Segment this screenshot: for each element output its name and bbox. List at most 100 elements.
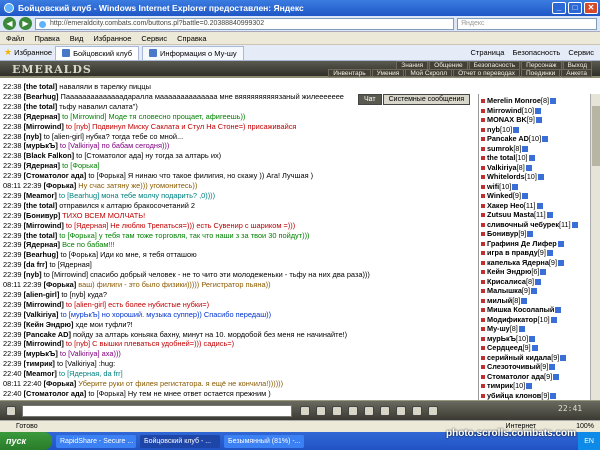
info-icon[interactable] xyxy=(531,345,538,352)
chat-nick[interactable]: [Ядерная] xyxy=(24,112,60,121)
user-list-item[interactable]: Whitelords[10] xyxy=(481,172,590,182)
info-icon[interactable] xyxy=(546,212,553,219)
translit-icon[interactable] xyxy=(364,406,374,416)
info-icon[interactable] xyxy=(555,307,562,314)
user-list-item[interactable]: Merelin Monroe[8] xyxy=(481,96,590,106)
user-list-item[interactable]: серийный кидала[9] xyxy=(481,353,590,363)
chat-nick[interactable]: [Mirrowind] xyxy=(24,339,64,348)
info-icon[interactable] xyxy=(527,231,534,238)
info-icon[interactable] xyxy=(522,193,529,200)
chat-nick[interactable]: [Valkiriya] xyxy=(24,310,59,319)
info-icon[interactable] xyxy=(529,335,536,342)
chat-nick[interactable]: [the total] xyxy=(24,102,58,111)
info-icon[interactable] xyxy=(540,269,547,276)
private-icon[interactable] xyxy=(481,184,485,189)
user-list-item[interactable]: Мишка Косолапый xyxy=(481,305,590,315)
private-icon[interactable] xyxy=(481,336,485,341)
user-list-item[interactable]: MONAX BK[9] xyxy=(481,115,590,125)
info-icon[interactable] xyxy=(550,316,557,323)
menu-tools[interactable]: Сервис xyxy=(141,34,167,43)
start-button[interactable]: пуск xyxy=(0,432,52,450)
exit-icon[interactable] xyxy=(428,406,438,416)
user-list-item[interactable]: Слезоточивый[9] xyxy=(481,362,590,372)
favorites-button[interactable]: ★ Избранное xyxy=(4,47,52,58)
info-icon[interactable] xyxy=(522,145,529,152)
page-menu[interactable]: Страница xyxy=(470,48,504,57)
user-list-item[interactable]: Стоматолог ада[9] xyxy=(481,372,590,382)
filter-icon[interactable] xyxy=(348,406,358,416)
info-icon[interactable] xyxy=(560,354,567,361)
private-icon[interactable] xyxy=(481,374,485,379)
user-list-item[interactable]: Mirrowind[10] xyxy=(481,106,590,116)
chat-nick[interactable]: [Форька] xyxy=(44,181,77,190)
user-list-item[interactable]: Valkiriya[8] xyxy=(481,163,590,173)
menu-edit[interactable]: Правка xyxy=(34,34,59,43)
private-icon[interactable] xyxy=(481,213,485,218)
chat-nick[interactable]: [the total] xyxy=(24,201,58,210)
user-list-item[interactable]: тимрик[10] xyxy=(481,381,590,391)
chat-nick[interactable]: [Ядерная] xyxy=(24,161,60,170)
chat-nick[interactable]: [the total] xyxy=(24,82,58,91)
taskbar-item[interactable]: Безымянный (81%) -... xyxy=(224,434,304,448)
private-icon[interactable] xyxy=(481,251,485,256)
chat-nick[interactable]: [da frr] xyxy=(24,260,48,269)
private-icon[interactable] xyxy=(481,232,485,237)
user-list-item[interactable]: убийца клонов[9] xyxy=(481,391,590,401)
info-icon[interactable] xyxy=(528,155,535,162)
security-menu[interactable]: Безопасность xyxy=(512,48,560,57)
private-icon[interactable] xyxy=(481,175,485,180)
user-list-item[interactable]: Бонивур[9] xyxy=(481,229,590,239)
tab-info[interactable]: Информация о Му-шу xyxy=(142,45,244,60)
url-input[interactable]: http://emeraldcity.combats.com/buttons.p… xyxy=(35,17,454,30)
chat-nick[interactable]: [Ядерная] xyxy=(24,240,60,249)
menu-view[interactable]: Вид xyxy=(70,34,84,43)
game-nav-item[interactable]: Инвентарь xyxy=(328,69,371,77)
tools-menu[interactable]: Сервис xyxy=(568,48,594,57)
tab-chat[interactable]: Чат xyxy=(358,94,382,105)
game-nav-item[interactable]: Отчет о переводах xyxy=(453,69,520,77)
taskbar-item[interactable]: RapidShare - Secure ... xyxy=(56,434,136,448)
info-icon[interactable] xyxy=(542,136,549,143)
private-icon[interactable] xyxy=(481,308,485,313)
chat-nick[interactable]: [тимрик] xyxy=(24,359,55,368)
chat-nick[interactable]: [Meamor] xyxy=(24,191,57,200)
private-icon[interactable] xyxy=(481,99,485,104)
user-list-item[interactable]: Winked[9] xyxy=(481,191,590,201)
userlist-scrollbar[interactable] xyxy=(590,94,600,400)
user-list-item[interactable]: Zutsuu Masta[11] xyxy=(481,210,590,220)
private-icon[interactable] xyxy=(481,137,485,142)
private-icon[interactable] xyxy=(481,241,485,246)
search-input[interactable]: Яндекс xyxy=(457,17,597,30)
user-list-item[interactable]: the total[10] xyxy=(481,153,590,163)
chat-message-input[interactable] xyxy=(22,405,292,417)
user-list-item[interactable]: сливочный чебурек[11] xyxy=(481,220,590,230)
tab-system-messages[interactable]: Системные сообщения xyxy=(382,94,471,105)
info-icon[interactable] xyxy=(557,240,564,247)
info-icon[interactable] xyxy=(521,297,528,304)
info-icon[interactable] xyxy=(513,126,520,133)
private-icon[interactable] xyxy=(481,146,485,151)
back-icon[interactable]: ◀ xyxy=(3,17,16,30)
language-indicator[interactable]: EN xyxy=(584,438,594,445)
user-list-item[interactable]: sumrok[8] xyxy=(481,144,590,154)
private-icon[interactable] xyxy=(481,260,485,265)
minimize-button[interactable]: _ xyxy=(552,2,566,14)
chat-nick[interactable]: [nyb] xyxy=(24,270,42,279)
info-icon[interactable] xyxy=(535,107,542,114)
private-icon[interactable] xyxy=(481,108,485,113)
chat-nick[interactable]: [Форька] xyxy=(44,280,77,289)
private-icon[interactable] xyxy=(481,194,485,199)
private-icon[interactable] xyxy=(481,118,485,123)
info-icon[interactable] xyxy=(531,288,538,295)
user-list-item[interactable]: Малышка[9] xyxy=(481,286,590,296)
info-icon[interactable] xyxy=(526,383,533,390)
menu-help[interactable]: Справка xyxy=(177,34,206,43)
info-icon[interactable] xyxy=(525,164,532,171)
chat-nick[interactable]: [the total] xyxy=(24,231,58,240)
sound-icon[interactable] xyxy=(396,406,406,416)
info-icon[interactable] xyxy=(550,392,557,399)
user-list-item[interactable]: Кейн Эндрю[6] xyxy=(481,267,590,277)
game-nav-item[interactable]: Анкета xyxy=(561,69,592,77)
user-list-item[interactable]: капелька Ядерна[9] xyxy=(481,258,590,268)
info-icon[interactable] xyxy=(535,117,542,124)
